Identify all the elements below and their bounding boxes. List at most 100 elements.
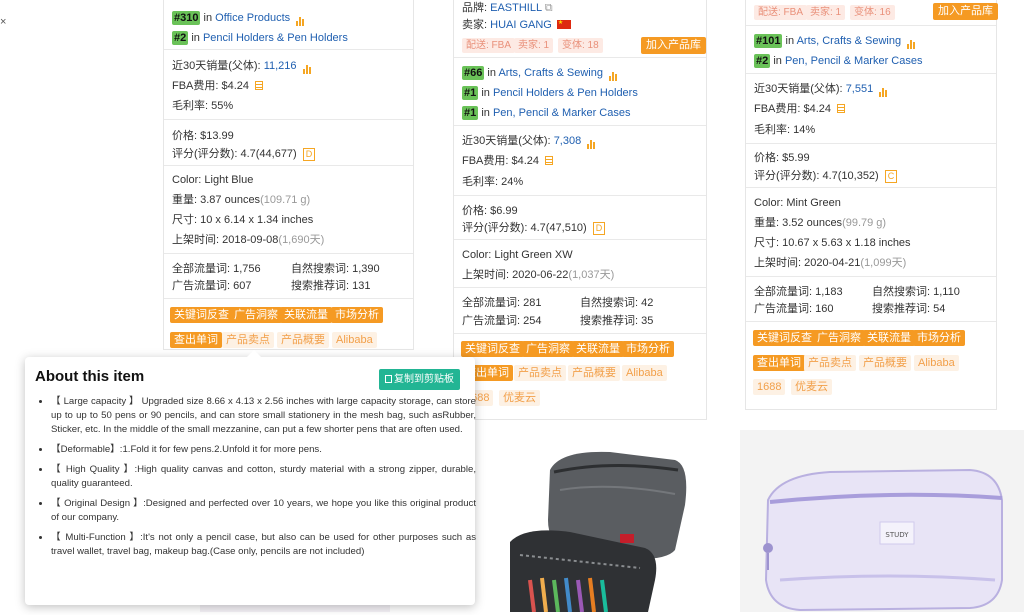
bar-chart-icon[interactable]: [609, 67, 619, 81]
close-icon[interactable]: ×: [0, 16, 6, 28]
brand-link[interactable]: EASTHILL: [490, 2, 542, 14]
product-summary-button[interactable]: 产品概要: [277, 332, 329, 348]
calculator-icon[interactable]: [545, 156, 554, 165]
selling-points-button[interactable]: 产品卖点: [514, 365, 566, 381]
traffic-row: 全部流量词: 281: [462, 297, 542, 309]
sales-row: 近30天销量(父体): 7,308: [462, 134, 597, 149]
traffic-row: 搜索推荐词: 35: [580, 315, 654, 327]
traffic-row: 全部流量词: 1,183: [754, 286, 843, 298]
feature-bullet: 【 Large capacity 】 Upgraded size 8.66 x …: [51, 395, 476, 437]
rank-badge: #310: [172, 11, 201, 25]
price-row: 价格: $6.99: [462, 205, 518, 217]
rating-row: 评分(评分数): 4.7(44,677) D: [172, 147, 316, 161]
market-analysis-button[interactable]: 市场分析: [913, 330, 965, 346]
seller-link[interactable]: HUAI GANG: [490, 19, 552, 31]
product-image-gray-case[interactable]: [470, 430, 736, 613]
copy-to-clipboard-button[interactable]: 复制到剪贴板: [379, 369, 460, 390]
popup-title: About this item: [35, 368, 145, 385]
rating-row: 评分(评分数): 4.7(10,352) C: [754, 169, 898, 183]
category-link[interactable]: Pencil Holders & Pen Holders: [493, 87, 638, 99]
fba-row: FBA费用: $4.24: [172, 79, 264, 93]
rank-row: #101 in Arts, Crafts & Sewing: [754, 34, 917, 49]
price-row: 价格: $5.99: [754, 152, 810, 164]
bar-chart-icon[interactable]: [879, 83, 889, 97]
rank-row: #2 in Pencil Holders & Pen Holders: [172, 31, 348, 45]
1688-button[interactable]: 1688: [753, 379, 786, 395]
traffic-row: 广告流量词: 160: [754, 303, 834, 315]
grade-badge: D: [302, 148, 316, 161]
seller-count-pill: 卖家: 1: [514, 38, 554, 53]
keyword-reverse-button[interactable]: 关键词反查: [753, 330, 816, 346]
grade-badge: C: [884, 170, 898, 183]
grade-badge: D: [592, 222, 606, 235]
keyword-reverse-button[interactable]: 关键词反查: [461, 341, 524, 357]
rank-badge: #101: [754, 34, 783, 48]
ad-insight-button[interactable]: 广告洞察: [522, 341, 574, 357]
ad-insight-button[interactable]: 广告洞察: [230, 307, 282, 323]
product-card-left: #310 in Office Products #2 in Pencil Hol…: [163, 0, 414, 350]
category-link[interactable]: Pencil Holders & Pen Holders: [203, 32, 348, 44]
related-traffic-button[interactable]: 关联流量: [863, 330, 915, 346]
category-link[interactable]: Arts, Crafts & Sewing: [498, 67, 603, 79]
bar-chart-icon[interactable]: [302, 60, 313, 74]
about-item-popup: About this item 复制到剪贴板 【 Large capacity …: [25, 350, 476, 605]
alibaba-button[interactable]: Alibaba: [914, 355, 959, 371]
related-traffic-button[interactable]: 关联流量: [280, 307, 332, 323]
add-to-library-button[interactable]: 加入产品库: [933, 3, 998, 20]
category-link[interactable]: Office Products: [215, 12, 290, 24]
product-card-middle: 品牌: EASTHILL ⧉ 卖家: HUAI GANG ★ 配送: FBA 卖…: [453, 0, 707, 420]
calculator-icon[interactable]: [837, 104, 846, 113]
variant-count-pill: 变体: 16: [850, 5, 895, 20]
fulfillment-pill: 配送: FBA: [462, 38, 516, 53]
product-image-clear-case[interactable]: STUDY: [740, 430, 1024, 612]
rating-row: 评分(评分数): 4.7(47,510) D: [462, 221, 606, 235]
rank-badge: #2: [172, 31, 189, 45]
rank-badge: #1: [462, 86, 479, 100]
external-link-icon[interactable]: ⧉: [545, 2, 553, 14]
ad-insight-button[interactable]: 广告洞察: [813, 330, 865, 346]
feature-bullet: 【 Original Design 】:Designed and perfect…: [51, 497, 476, 525]
add-to-library-button[interactable]: 加入产品库: [641, 37, 706, 54]
alibaba-button[interactable]: Alibaba: [622, 365, 667, 381]
youmaiyun-button[interactable]: 优麦云: [791, 379, 832, 395]
feature-bullet: 【 Multi-Function 】:It's not only a penci…: [51, 531, 476, 559]
traffic-row: 搜索推荐词: 131: [291, 280, 371, 292]
category-link[interactable]: Pen, Pencil & Marker Cases: [493, 107, 631, 119]
category-link[interactable]: Pen, Pencil & Marker Cases: [785, 55, 923, 67]
bar-chart-icon[interactable]: [587, 135, 597, 149]
youmaiyun-button[interactable]: 优麦云: [499, 390, 540, 406]
product-summary-button[interactable]: 产品概要: [568, 365, 620, 381]
lookup-word-button[interactable]: 查出单词: [170, 332, 222, 348]
related-traffic-button[interactable]: 关联流量: [572, 341, 624, 357]
market-analysis-button[interactable]: 市场分析: [622, 341, 674, 357]
color-row: Color: Light Green XW: [462, 249, 573, 261]
margin-row: 毛利率: 24%: [462, 176, 524, 188]
bar-chart-icon[interactable]: [296, 12, 306, 26]
weight-row: 重量: 3.87 ounces(109.71 g): [172, 194, 311, 206]
weight-row: 重量: 3.52 ounces(99.79 g): [754, 217, 887, 229]
color-row: Color: Light Blue: [172, 174, 254, 186]
selling-points-button[interactable]: 产品卖点: [804, 355, 856, 371]
margin-row: 毛利率: 55%: [172, 100, 234, 112]
bar-chart-icon[interactable]: [907, 35, 917, 49]
lookup-word-button[interactable]: 查出单词: [753, 355, 805, 371]
brand-label: STUDY: [885, 531, 909, 539]
market-analysis-button[interactable]: 市场分析: [331, 307, 383, 323]
traffic-row: 搜索推荐词: 54: [872, 303, 946, 315]
size-row: 尺寸: 10 x 6.14 x 1.34 inches: [172, 214, 314, 226]
calculator-icon[interactable]: [255, 81, 264, 90]
product-summary-button[interactable]: 产品概要: [859, 355, 911, 371]
popup-pointer: [247, 350, 261, 357]
keyword-reverse-button[interactable]: 关键词反查: [170, 307, 233, 323]
variant-count-pill: 变体: 18: [558, 38, 603, 53]
rank-row: #1 in Pen, Pencil & Marker Cases: [462, 106, 631, 120]
traffic-row: 自然搜索词: 1,110: [872, 286, 960, 298]
product-card-right: 配送: FBA 卖家: 1 变体: 16 加入产品库 #101 in Arts,…: [745, 0, 998, 410]
copy-icon: [385, 375, 392, 383]
alibaba-button[interactable]: Alibaba: [332, 332, 377, 348]
selling-points-button[interactable]: 产品卖点: [222, 332, 274, 348]
rank-badge: #1: [462, 106, 479, 120]
category-link[interactable]: Arts, Crafts & Sewing: [797, 35, 902, 47]
traffic-row: 广告流量词: 254: [462, 315, 542, 327]
date-row: 上架时间: 2020-04-21(1,099天): [754, 257, 907, 269]
